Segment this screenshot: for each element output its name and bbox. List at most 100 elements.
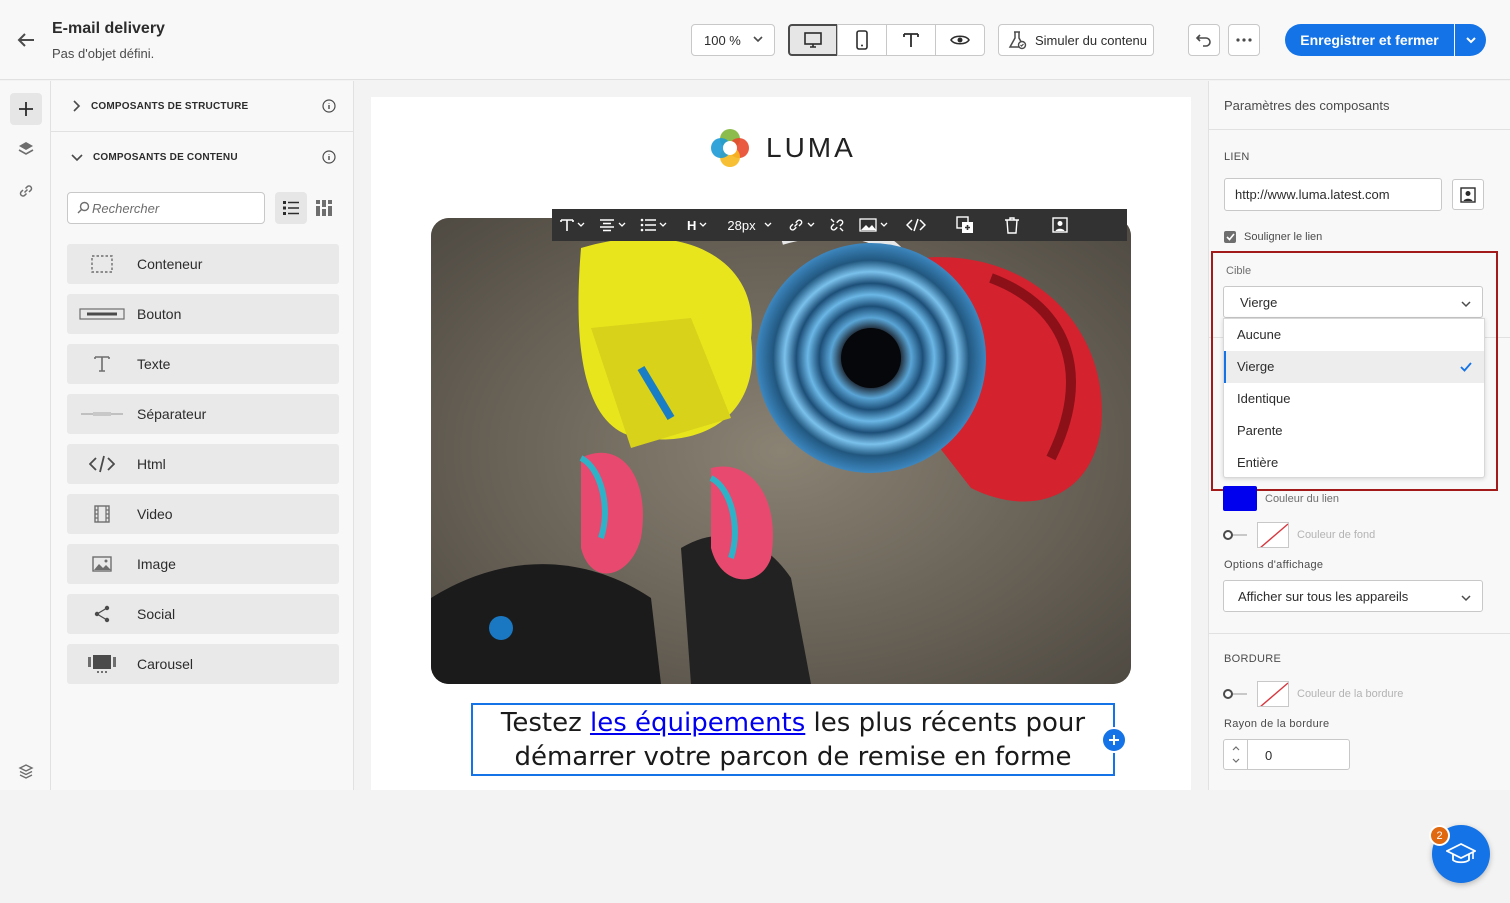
preview-button[interactable] <box>935 24 985 56</box>
simulate-content-button[interactable]: Simuler du contenu <box>998 24 1154 56</box>
border-radius-stepper[interactable]: 0 <box>1223 739 1350 770</box>
align-button[interactable] <box>595 209 630 241</box>
chevron-down-icon <box>1465 37 1476 44</box>
info-icon[interactable] <box>322 150 336 167</box>
logo-text: LUMA <box>766 132 856 163</box>
code-icon <box>67 455 137 473</box>
component-divider[interactable]: Séparateur <box>67 394 339 434</box>
link-personalization-button[interactable] <box>1452 179 1484 210</box>
component-carousel[interactable]: Carousel <box>67 644 339 684</box>
layers-button[interactable] <box>10 133 42 165</box>
component-label: Html <box>137 456 166 472</box>
font-size-button[interactable]: 28px <box>723 209 775 241</box>
stack-settings-icon <box>18 764 34 779</box>
component-label: Texte <box>137 356 171 372</box>
mobile-icon <box>856 30 868 50</box>
luma-logo-icon <box>711 129 749 167</box>
component-label: Carousel <box>137 656 194 672</box>
bg-color-swatch[interactable] <box>1257 522 1289 548</box>
add-block-button[interactable] <box>1101 727 1127 753</box>
equipment-link[interactable]: les équipements <box>590 708 805 738</box>
component-html[interactable]: Html <box>67 444 339 484</box>
zoom-select[interactable]: 100 % <box>691 24 775 56</box>
settings-layers-button[interactable] <box>10 755 42 787</box>
delete-button[interactable] <box>1000 209 1024 241</box>
divider-icon <box>67 409 137 419</box>
notification-badge: 2 <box>1429 825 1450 846</box>
display-options-label: Options d'affichage <box>1224 559 1324 571</box>
panel-divider <box>1209 129 1510 130</box>
insert-image-button[interactable] <box>855 209 892 241</box>
hero-image[interactable] <box>431 218 1131 684</box>
stepper-arrows[interactable] <box>1224 740 1248 769</box>
mobile-view-button[interactable] <box>837 24 887 56</box>
source-code-button[interactable] <box>902 209 930 241</box>
flask-icon <box>1008 31 1027 50</box>
info-icon[interactable] <box>322 99 336 116</box>
image-icon <box>67 556 137 572</box>
link-color-swatch[interactable] <box>1223 486 1257 511</box>
component-search-input[interactable]: Rechercher <box>67 192 265 224</box>
heading-button[interactable]: H <box>683 209 711 241</box>
component-text[interactable]: Texte <box>67 344 339 384</box>
link-button[interactable] <box>784 209 819 241</box>
component-social[interactable]: Social <box>67 594 339 634</box>
component-label: Séparateur <box>137 406 207 422</box>
desktop-icon <box>804 32 822 48</box>
bg-color-label: Couleur de fond <box>1297 529 1376 541</box>
border-color-label: Couleur de la bordure <box>1297 688 1404 700</box>
display-options-select[interactable]: Afficher sur tous les appareils <box>1223 580 1483 612</box>
component-label: Conteneur <box>137 256 203 272</box>
checkmark-icon <box>1224 231 1236 243</box>
duplicate-button[interactable] <box>952 209 978 241</box>
component-image[interactable]: Image <box>67 544 339 584</box>
list-view-button[interactable] <box>275 192 307 224</box>
text-view-button[interactable] <box>886 24 936 56</box>
grid-view-button[interactable] <box>308 192 340 224</box>
personalization-button[interactable] <box>1048 209 1072 241</box>
link-icon <box>19 185 33 197</box>
undo-button[interactable] <box>1188 24 1220 56</box>
border-color-toggle[interactable] <box>1223 688 1249 700</box>
chevron-down-icon <box>807 222 815 227</box>
simulate-label: Simuler du contenu <box>1035 32 1148 48</box>
chevron-down-icon <box>880 222 888 227</box>
text-toolbar: H 28px <box>552 209 1127 241</box>
structure-section-label: COMPOSANTS DE STRUCTURE <box>91 100 249 112</box>
more-actions-button[interactable] <box>1228 24 1260 56</box>
underline-link-checkbox[interactable]: Souligner le lien <box>1224 231 1322 243</box>
image-icon <box>858 218 877 232</box>
chevron-down-icon <box>577 222 585 227</box>
back-arrow-icon[interactable] <box>14 28 38 52</box>
personalization-icon <box>1460 186 1476 203</box>
chevron-right-icon <box>73 100 81 112</box>
view-mode-group <box>788 24 985 56</box>
text-icon <box>67 355 137 373</box>
unlink-button[interactable] <box>825 209 849 241</box>
save-options-button[interactable] <box>1455 24 1486 56</box>
desktop-view-button[interactable] <box>788 24 838 56</box>
text-before-link: Testez <box>500 708 591 738</box>
content-section-label: COMPOSANTS DE CONTENU <box>93 151 238 163</box>
save-and-close-button[interactable]: Enregistrer et fermer <box>1285 24 1454 56</box>
structure-section-toggle[interactable]: COMPOSANTS DE STRUCTURE <box>51 81 354 131</box>
list-button[interactable] <box>636 209 671 241</box>
content-section-toggle[interactable]: COMPOSANTS DE CONTENU <box>51 132 354 182</box>
plus-icon <box>19 102 33 116</box>
bg-color-toggle[interactable] <box>1223 529 1249 541</box>
page-title: E-mail delivery <box>52 20 165 37</box>
component-button[interactable]: Bouton <box>67 294 339 334</box>
settings-title: Paramètres des composants <box>1224 98 1390 113</box>
add-components-button[interactable] <box>10 93 42 125</box>
component-container[interactable]: Conteneur <box>67 244 339 284</box>
luma-logo[interactable]: LUMA <box>708 126 856 170</box>
border-color-swatch[interactable] <box>1257 681 1289 707</box>
link-icon <box>789 219 802 231</box>
plus-icon <box>1109 735 1119 745</box>
component-video[interactable]: Video <box>67 494 339 534</box>
text-block-selected[interactable]: Testez les équipements les plus récents … <box>471 703 1115 776</box>
links-button[interactable] <box>10 175 42 207</box>
text-icon <box>903 33 919 47</box>
link-url-input[interactable]: http://www.luma.latest.com <box>1224 178 1442 211</box>
text-style-button[interactable] <box>556 209 589 241</box>
